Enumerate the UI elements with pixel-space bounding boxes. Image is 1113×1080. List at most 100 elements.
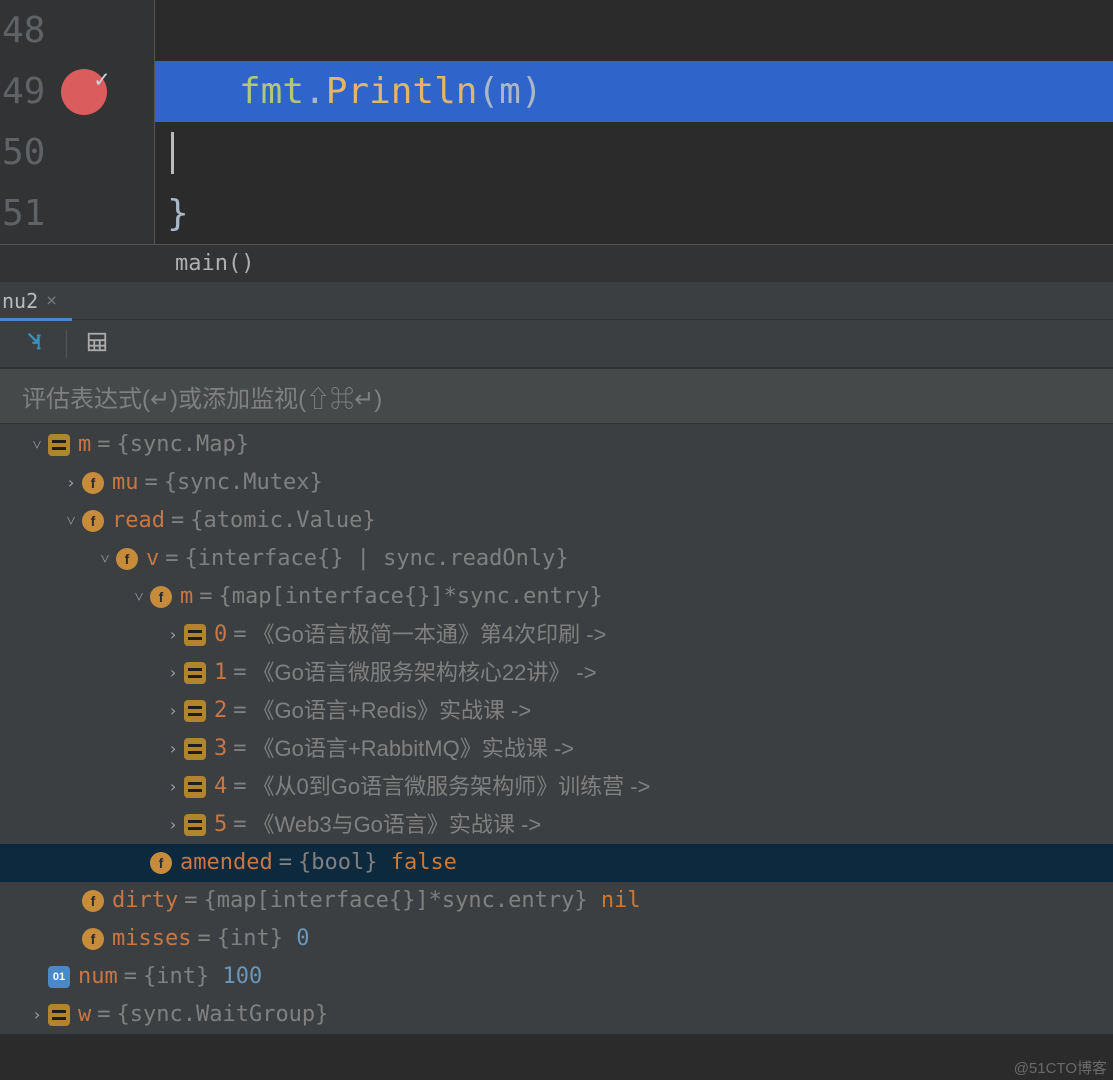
chevron-down-icon[interactable]: ˅: [26, 437, 48, 453]
var-row-misses[interactable]: · f misses = {int} 0: [0, 920, 1113, 958]
field-icon: f: [82, 472, 104, 494]
var-row-inner-m[interactable]: ˅ f m = {map[interface{}]*sync.entry}: [0, 578, 1113, 616]
chevron-down-icon[interactable]: ˅: [128, 589, 150, 605]
calculator-button[interactable]: [75, 322, 119, 366]
chevron-right-icon[interactable]: ›: [162, 665, 184, 681]
struct-icon: [184, 624, 206, 646]
code-line-51[interactable]: }: [155, 183, 1113, 244]
var-name: read: [112, 510, 165, 532]
code-line-48[interactable]: [155, 0, 1113, 61]
var-row-num[interactable]: · 01 num = {int} 100: [0, 958, 1113, 996]
var-row-m[interactable]: ˅ m = {sync.Map}: [0, 426, 1113, 464]
chevron-right-icon[interactable]: ›: [162, 779, 184, 795]
field-icon: f: [82, 890, 104, 912]
close-icon[interactable]: ×: [46, 290, 57, 311]
var-row-item[interactable]: › 3 = 《Go语言+RabbitMQ》实战课 ->: [0, 730, 1113, 768]
chevron-down-icon[interactable]: ˅: [94, 551, 116, 567]
var-row-amended[interactable]: · f amended = {bool} false: [0, 844, 1113, 882]
tab-strip: nu2 ×: [0, 282, 1113, 320]
code-token: (: [477, 71, 499, 112]
primitive-icon: 01: [48, 966, 70, 988]
var-value: nil: [601, 890, 641, 912]
chevron-right-icon[interactable]: ›: [162, 817, 184, 833]
toolbar-separator: [66, 330, 67, 358]
var-row-dirty[interactable]: · f dirty = {map[interface{}]*sync.entry…: [0, 882, 1113, 920]
equals: =: [197, 928, 210, 950]
var-value: 《Go语言极简一本通》第4次印刷 ->: [253, 624, 607, 646]
field-icon: f: [150, 852, 172, 874]
var-value: 《Go语言+RabbitMQ》实战课 ->: [253, 738, 575, 760]
struct-icon: [184, 814, 206, 836]
debug-panel: nu2 × 评估表达式(↵)或添加监视(⇧⌘↵): [0, 282, 1113, 1034]
var-value: 100: [222, 966, 262, 988]
code-editor: 48 49 50 51 fmt.Println(m) }: [0, 0, 1113, 244]
var-row-item[interactable]: › 4 = 《从0到Go语言微服务架构师》训练营 ->: [0, 768, 1113, 806]
chevron-right-icon[interactable]: ›: [26, 1007, 48, 1023]
field-icon: f: [82, 928, 104, 950]
equals: =: [233, 624, 246, 646]
var-name: 5: [214, 814, 227, 836]
var-name: 3: [214, 738, 227, 760]
chevron-down-icon[interactable]: ˅: [60, 513, 82, 529]
var-name: dirty: [112, 890, 178, 912]
var-row-item[interactable]: › 0 = 《Go语言极简一本通》第4次印刷 ->: [0, 616, 1113, 654]
var-type: {bool}: [298, 852, 377, 874]
var-type: {sync.Map}: [117, 434, 249, 456]
var-type: {int}: [217, 928, 283, 950]
var-value: 《Go语言+Redis》实战课 ->: [253, 700, 532, 722]
caret-icon: [171, 132, 174, 174]
var-row-mu[interactable]: › f mu = {sync.Mutex}: [0, 464, 1113, 502]
gutter-row[interactable]: 51: [0, 183, 154, 244]
field-icon: f: [150, 586, 172, 608]
var-row-w[interactable]: › w = {sync.WaitGroup}: [0, 996, 1113, 1034]
tab-nu2[interactable]: nu2 ×: [0, 282, 63, 319]
var-value: 0: [296, 928, 309, 950]
var-row-v[interactable]: ˅ f v = {interface{} | sync.readOnly}: [0, 540, 1113, 578]
code-token: m: [499, 71, 521, 112]
struct-icon: [48, 1004, 70, 1026]
evaluate-expression-input[interactable]: 评估表达式(↵)或添加监视(⇧⌘↵): [0, 368, 1113, 424]
line-number: 48: [2, 13, 57, 49]
step-into-button[interactable]: [14, 322, 58, 366]
chevron-right-icon[interactable]: ›: [60, 475, 82, 491]
line-number: 51: [2, 196, 57, 232]
gutter-row[interactable]: 49: [0, 61, 154, 122]
var-row-read[interactable]: ˅ f read = {atomic.Value}: [0, 502, 1113, 540]
equals: =: [97, 434, 110, 456]
code-token: }: [167, 193, 189, 234]
code-line-49[interactable]: fmt.Println(m): [155, 61, 1113, 122]
code-token: fmt: [239, 71, 304, 112]
equals: =: [171, 510, 184, 532]
var-row-item[interactable]: › 5 = 《Web3与Go语言》实战课 ->: [0, 806, 1113, 844]
var-value: 《Web3与Go语言》实战课 ->: [253, 814, 542, 836]
equals: =: [124, 966, 137, 988]
tab-label: nu2: [2, 289, 38, 313]
equals: =: [233, 662, 246, 684]
chevron-right-icon[interactable]: ›: [162, 741, 184, 757]
equals: =: [279, 852, 292, 874]
var-row-item[interactable]: › 1 = 《Go语言微服务架构核心22讲》 ->: [0, 654, 1113, 692]
var-value: false: [391, 852, 457, 874]
chevron-right-icon[interactable]: ›: [162, 703, 184, 719]
equals: =: [165, 548, 178, 570]
var-type: {atomic.Value}: [190, 510, 375, 532]
gutter-row[interactable]: 50: [0, 122, 154, 183]
code-line-50[interactable]: [155, 122, 1113, 183]
gutter-row[interactable]: 48: [0, 0, 154, 61]
struct-icon: [184, 700, 206, 722]
line-number: 49: [2, 74, 57, 110]
breadcrumb[interactable]: main(): [0, 244, 1113, 282]
code-token: Println: [326, 71, 478, 112]
var-name: misses: [112, 928, 191, 950]
variables-tree[interactable]: ˅ m = {sync.Map} › f mu = {sync.Mutex} ˅…: [0, 424, 1113, 1034]
var-type: {map[interface{}]*sync.entry}: [219, 586, 603, 608]
line-number: 50: [2, 135, 57, 171]
struct-icon: [184, 776, 206, 798]
chevron-right-icon[interactable]: ›: [162, 627, 184, 643]
watermark: @51CTO博客: [1014, 1057, 1107, 1078]
var-row-item[interactable]: › 2 = 《Go语言+Redis》实战课 ->: [0, 692, 1113, 730]
breakpoint-icon[interactable]: [61, 69, 107, 115]
equals: =: [233, 738, 246, 760]
equals: =: [184, 890, 197, 912]
code-column[interactable]: fmt.Println(m) }: [155, 0, 1113, 244]
